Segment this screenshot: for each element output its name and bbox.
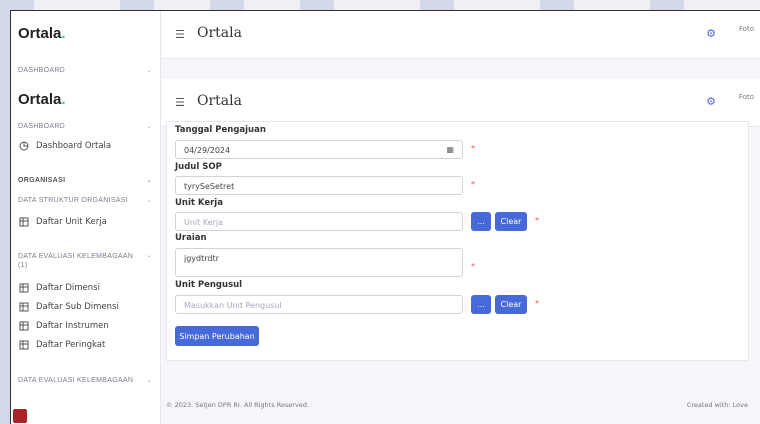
- sidebar-item-instrumen[interactable]: Daftar Instrumen: [19, 321, 109, 331]
- header-title-back: Ortala: [197, 25, 242, 41]
- section-struktur[interactable]: DATA STRUKTUR ORGANISASI ⌄: [18, 197, 152, 204]
- chevron-down-icon: ⌄: [146, 68, 152, 74]
- sidebar-item-dashboard[interactable]: Dashboard Ortala: [19, 141, 111, 151]
- section-organisasi[interactable]: ORGANISASI ⌄: [18, 177, 152, 184]
- table-icon: [19, 321, 29, 331]
- menu-icon[interactable]: ☰: [175, 28, 185, 41]
- section-evaluasi[interactable]: DATA EVALUASI KELEMBAGAAN (1) ⌄: [18, 252, 152, 270]
- required-mark: *: [471, 180, 475, 189]
- header-back: ☰ Ortala ⚙ Foto: [161, 11, 760, 59]
- clear-unit-kerja-button[interactable]: Clear: [495, 212, 527, 231]
- tanggal-input[interactable]: 04/29/2024 ▦: [175, 140, 463, 159]
- chevron-down-icon: ⌄: [146, 198, 152, 204]
- save-button[interactable]: Simpan Perubahan: [175, 326, 259, 346]
- gear-icon[interactable]: ⚙: [706, 27, 716, 40]
- header: ☰ Ortala ⚙ Foto: [161, 79, 760, 127]
- chevron-down-icon: ⌄: [146, 253, 152, 259]
- avatar[interactable]: Foto: [739, 93, 754, 101]
- avatar[interactable]: Foto: [739, 25, 754, 33]
- judul-label: Judul SOP: [175, 162, 222, 172]
- app-window: ☰ Ortala ⚙ Foto ☰ Ortala ⚙ Foto Ortala. …: [10, 10, 760, 424]
- credit-text: Created with: Love: [686, 401, 748, 409]
- section-dashboard-back[interactable]: DASHBOARD ⌄: [18, 67, 152, 74]
- clear-pengusul-button[interactable]: Clear: [495, 295, 527, 314]
- sidebar-item-unit-kerja[interactable]: Daftar Unit Kerja: [19, 217, 107, 227]
- sidebar: Ortala. DASHBOARD ⌄ Ortala. DASHBOARD ⌄ Da…: [11, 11, 161, 424]
- gear-icon[interactable]: ⚙: [706, 95, 716, 108]
- sidebar-item-peringkat[interactable]: Daftar Peringkat: [19, 340, 105, 350]
- footer: © 2023. Setjen DPR RI. All Rights Reserv…: [166, 401, 748, 409]
- table-icon: [19, 217, 29, 227]
- header-title: Ortala: [197, 93, 242, 109]
- section-evaluasi-2[interactable]: DATA EVALUASI KELEMBAGAAN ⌄: [18, 377, 152, 384]
- sidebar-item-sub-dimensi[interactable]: Daftar Sub Dimensi: [19, 302, 119, 312]
- table-icon: [19, 302, 29, 312]
- chevron-down-icon: ⌄: [146, 378, 152, 384]
- uraian-label: Uraian: [175, 233, 207, 243]
- calendar-icon[interactable]: ▦: [446, 145, 454, 154]
- section-dashboard[interactable]: DASHBOARD ⌄: [18, 123, 152, 130]
- browse-unit-kerja-button[interactable]: ...: [471, 212, 491, 231]
- table-icon: [19, 283, 29, 293]
- dpr-logo: [13, 409, 27, 423]
- required-mark: *: [535, 299, 539, 308]
- pie-chart-icon: [19, 141, 29, 151]
- chevron-down-icon: ⌄: [146, 124, 152, 130]
- required-mark: *: [471, 262, 475, 271]
- logo[interactable]: Ortala.: [18, 25, 66, 42]
- unit-kerja-label: Unit Kerja: [175, 198, 223, 208]
- table-icon: [19, 340, 29, 350]
- uraian-textarea[interactable]: jgydtrdtr: [175, 248, 463, 277]
- pengusul-input[interactable]: Masukkan Unit Pengusul: [175, 295, 463, 314]
- required-mark: *: [471, 144, 475, 153]
- sidebar-item-dimensi[interactable]: Daftar Dimensi: [19, 283, 100, 293]
- tanggal-label: Tanggal Pengajuan: [175, 125, 266, 135]
- required-mark: *: [535, 216, 539, 225]
- logo[interactable]: Ortala.: [18, 91, 66, 108]
- judul-input[interactable]: tyrySeSetret: [175, 176, 463, 195]
- pengusul-label: Unit Pengusul: [175, 280, 243, 290]
- unit-kerja-input[interactable]: Unit Kerja: [175, 212, 463, 231]
- copyright-text: © 2023. Setjen DPR RI. All Rights Reserv…: [166, 401, 309, 409]
- browse-pengusul-button[interactable]: ...: [471, 295, 491, 314]
- form-card: Tanggal Pengajuan 04/29/2024 ▦ * Judul S…: [166, 121, 749, 361]
- chevron-down-icon: ⌄: [146, 178, 152, 184]
- menu-icon[interactable]: ☰: [175, 96, 185, 109]
